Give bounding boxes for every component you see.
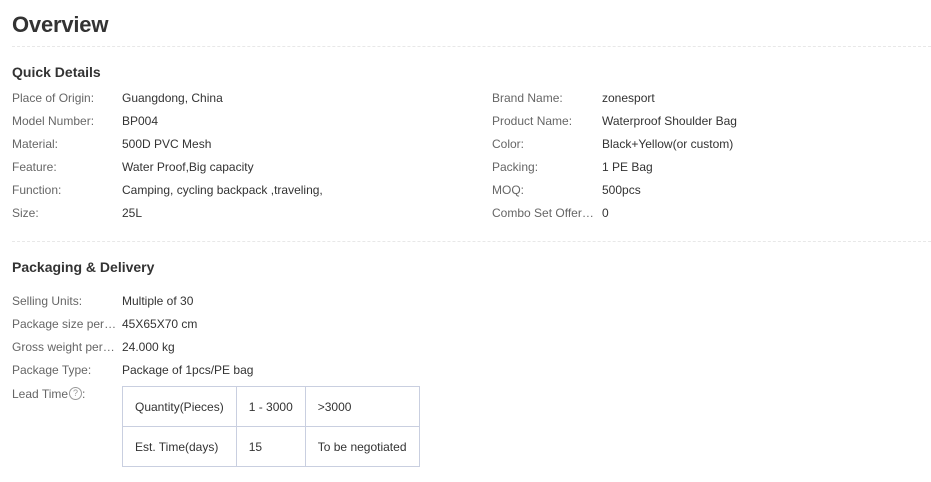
packaging-value: 24.000 kg	[122, 340, 175, 354]
table-cell: Quantity(Pieces)	[122, 386, 237, 427]
page-title: Overview	[12, 12, 109, 37]
detail-value: Waterproof Shoulder Bag	[602, 114, 737, 128]
detail-value: 1 PE Bag	[602, 160, 653, 174]
detail-value: Camping, cycling backpack ,traveling,	[122, 183, 323, 197]
detail-label: Place of Origin:	[12, 91, 95, 105]
detail-value: 500pcs	[602, 183, 641, 197]
detail-label: Packing:	[492, 160, 539, 174]
detail-value: Black+Yellow(or custom)	[602, 137, 734, 151]
detail-label: Combo Set Offered:	[492, 206, 598, 220]
packaging-value: Package of 1pcs/PE bag	[122, 363, 254, 377]
packaging-label: Package Type:	[12, 363, 92, 377]
table-cell: 1 - 3000	[235, 386, 306, 427]
detail-label: Function:	[12, 183, 62, 197]
packaging-label: Gross weight per b...	[12, 340, 118, 354]
lead-time-table: Quantity(Pieces) 1 - 3000 >3000 Est. Tim…	[122, 386, 420, 467]
packaging-value: Multiple of 30	[122, 294, 194, 308]
detail-label: Size:	[12, 206, 39, 220]
table-cell: Est. Time(days)	[122, 426, 237, 467]
detail-value: 25L	[122, 206, 143, 220]
detail-label: MOQ:	[492, 183, 524, 197]
divider-middle	[12, 241, 931, 242]
detail-label: Material:	[12, 137, 59, 151]
detail-value: BP004	[122, 114, 159, 128]
detail-value: 500D PVC Mesh	[122, 137, 212, 151]
detail-label: Product Name:	[492, 114, 573, 128]
table-row: Est. Time(days) 15 To be negotiated	[122, 426, 420, 467]
detail-label: Brand Name:	[492, 91, 563, 105]
quick-details-heading: Quick Details	[12, 64, 101, 80]
table-cell: >3000	[304, 386, 420, 427]
table-cell: 15	[235, 426, 306, 467]
packaging-label: Selling Units:	[12, 294, 83, 308]
lead-time-label-text: Lead Time	[12, 387, 69, 401]
divider-top	[12, 46, 931, 47]
packaging-value: 45X65X70 cm	[122, 317, 198, 331]
question-circle-icon[interactable]: ?	[69, 387, 83, 401]
detail-value: 0	[602, 206, 609, 220]
table-cell: To be negotiated	[304, 426, 420, 467]
packaging-delivery-heading: Packaging & Delivery	[12, 259, 155, 275]
lead-time-colon: :	[82, 387, 86, 401]
detail-value: Water Proof,Big capacity	[122, 160, 254, 174]
detail-value: zonesport	[602, 91, 655, 105]
detail-label: Model Number:	[12, 114, 95, 128]
detail-value: Guangdong, China	[122, 91, 223, 105]
table-row: Quantity(Pieces) 1 - 3000 >3000	[122, 386, 420, 427]
lead-time-label: Lead Time?:	[12, 386, 118, 402]
detail-label: Color:	[492, 137, 525, 151]
detail-label: Feature:	[12, 160, 57, 174]
packaging-label: Package size per b...	[12, 317, 118, 331]
